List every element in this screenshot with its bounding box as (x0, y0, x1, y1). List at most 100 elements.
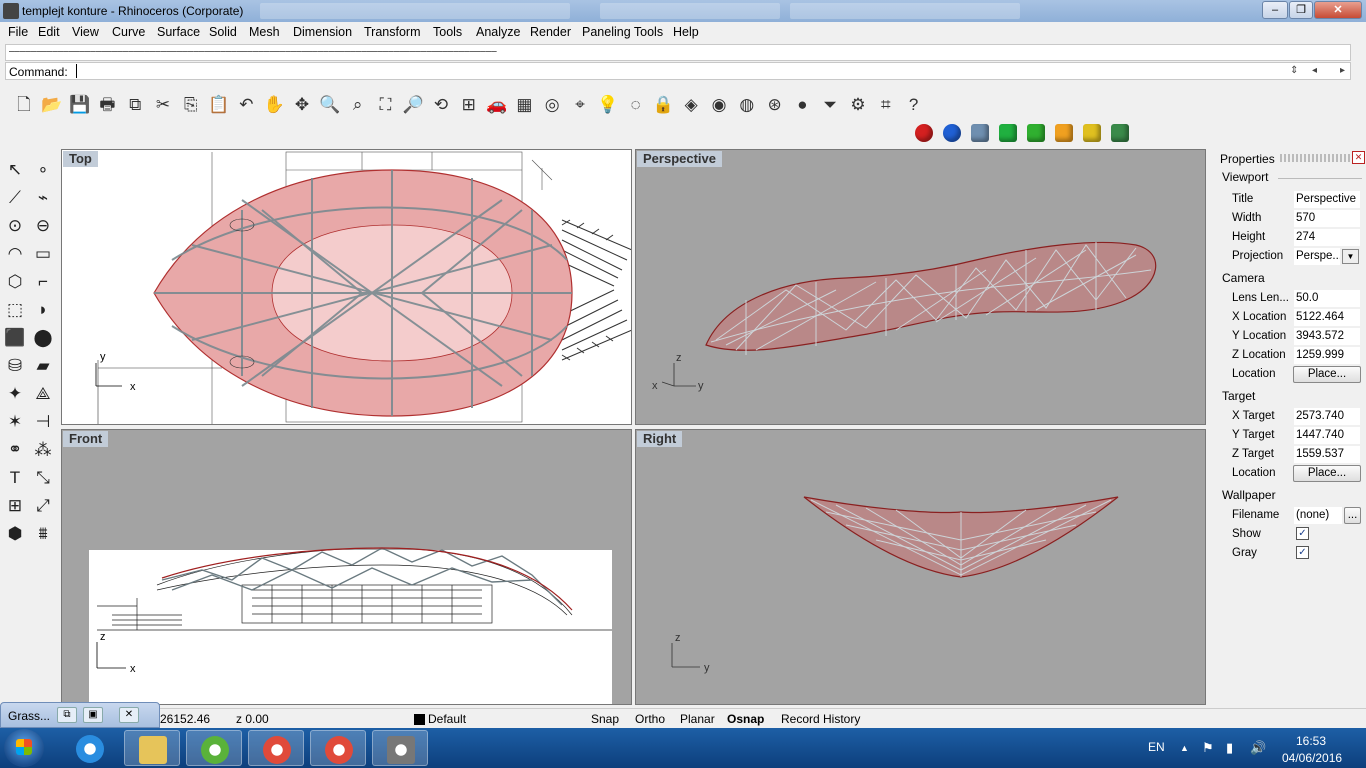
car-render-icon[interactable]: 🚗 (485, 92, 509, 116)
red-material-sphere-icon[interactable] (912, 121, 936, 145)
new-file-icon[interactable]: 🗋 (12, 92, 36, 116)
menu-transform[interactable]: Transform (364, 25, 421, 39)
viewport-perspective[interactable]: z x y Perspective (635, 149, 1206, 425)
menu-view[interactable]: View (72, 25, 99, 39)
planar-toggle[interactable]: Planar (680, 712, 715, 726)
tray-time[interactable]: 16:53 (1296, 734, 1326, 748)
grasshopper-close-button[interactable]: ✕ (119, 707, 139, 723)
revolve-icon[interactable]: ◗ (30, 296, 56, 322)
taskbar-internet-explorer[interactable] (62, 730, 118, 766)
prop-filename-value[interactable]: (none) (1294, 507, 1342, 524)
hatch-icon[interactable]: ⩩ (30, 520, 56, 546)
surface-points-icon[interactable]: ⬚ (2, 296, 28, 322)
prop-zloc-value[interactable]: 1259.999 (1294, 347, 1360, 364)
cylinder-solid-icon[interactable]: ⛁ (2, 352, 28, 378)
close-button[interactable]: ✕ (1314, 1, 1362, 19)
arc-icon[interactable]: ◠ (2, 240, 28, 266)
taskbar-file-explorer[interactable] (124, 730, 180, 766)
four-viewports-icon[interactable]: ⊞ (457, 92, 481, 116)
menu-file[interactable]: File (8, 25, 28, 39)
menu-render[interactable]: Render (530, 25, 571, 39)
prop-xloc-value[interactable]: 5122.464 (1294, 309, 1360, 326)
green-cube-icon[interactable] (1024, 121, 1048, 145)
target-place-button[interactable]: Place... (1293, 465, 1361, 482)
polygon-icon[interactable]: ⬡ (2, 268, 28, 294)
block-icon[interactable]: ⬢ (2, 520, 28, 546)
green-door-icon[interactable] (1108, 121, 1132, 145)
green-gem-icon[interactable] (996, 121, 1020, 145)
prop-lens-value[interactable]: 50.0 (1294, 290, 1360, 307)
grasshopper-restore-button[interactable]: ⧉ (57, 707, 77, 723)
move-view-icon[interactable]: ✥ (290, 92, 314, 116)
explode-icon[interactable]: ✶ (2, 408, 28, 434)
transform-icon[interactable]: ⤢ (30, 492, 56, 518)
lock-icon[interactable]: 🔒 (651, 92, 675, 116)
properties-drag-grip[interactable] (1280, 154, 1352, 162)
undo-icon[interactable]: ↶ (234, 92, 258, 116)
rotate-view-icon[interactable]: ⟲ (429, 92, 453, 116)
dimension-icon[interactable]: ⤡ (30, 464, 56, 490)
taskbar-chrome-2[interactable] (310, 730, 366, 766)
properties-close-button[interactable]: ✕ (1352, 151, 1365, 164)
fillet-icon[interactable]: ⌐ (30, 268, 56, 294)
action-center-flag-icon[interactable]: ⚑ (1202, 740, 1214, 756)
mesh-icon[interactable]: ⟁ (30, 380, 56, 406)
polyline-icon[interactable]: ⟋ (2, 184, 28, 210)
open-folder-icon[interactable]: 📂 (40, 92, 64, 116)
blue-material-sphere-icon[interactable] (940, 121, 964, 145)
prop-xtar-value[interactable]: 2573.740 (1294, 408, 1360, 425)
prop-ztar-value[interactable]: 1559.537 (1294, 446, 1360, 463)
trim-icon[interactable]: ⊣ (30, 408, 56, 434)
circle-icon[interactable]: ⊙ (2, 212, 28, 238)
command-scroll-right-icon[interactable]: ▸ (1340, 65, 1345, 76)
menu-analyze[interactable]: Analyze (476, 25, 520, 39)
tray-expand-icon[interactable]: ▲ (1180, 743, 1189, 753)
circle-center-icon[interactable]: ⊖ (30, 212, 56, 238)
menu-help[interactable]: Help (673, 25, 699, 39)
viewport-title-front[interactable]: Front (63, 431, 109, 447)
osnap-icon[interactable]: ⌖ (568, 92, 592, 116)
command-scroll-left-icon[interactable]: ◂ (1312, 65, 1317, 76)
viewport-top[interactable]: y x Top (61, 149, 632, 425)
projection-dropdown-icon[interactable]: ▼ (1342, 249, 1359, 264)
select-arrow-icon[interactable]: ↖ (2, 156, 28, 182)
surface-patch-icon[interactable]: ▰ (30, 352, 56, 378)
ortho-toggle[interactable]: Ortho (635, 712, 665, 726)
taskbar-chrome[interactable] (248, 730, 304, 766)
zoom-extents-icon[interactable]: ⛶ (373, 92, 397, 116)
menu-dimension[interactable]: Dimension (293, 25, 352, 39)
command-input[interactable] (76, 64, 1286, 78)
pan-hand-icon[interactable]: ✋ (262, 92, 286, 116)
maximize-button[interactable]: ❐ (1289, 1, 1313, 19)
point-icon[interactable]: ∘ (30, 156, 56, 182)
select-filter-icon[interactable]: ◎ (540, 92, 564, 116)
boolean-union-icon[interactable]: ✦ (2, 380, 28, 406)
record-history-toggle[interactable]: Record History (781, 712, 860, 726)
light-icon[interactable]: ◌ (624, 92, 648, 116)
text-icon[interactable]: T (2, 464, 28, 490)
prop-ytar-value[interactable]: 1447.740 (1294, 427, 1360, 444)
wireframe-sphere-icon[interactable]: ◍ (735, 92, 759, 116)
cut-icon[interactable]: ✂ (151, 92, 175, 116)
grasshopper-label[interactable]: Grass... (8, 709, 50, 723)
viewport-title-perspective[interactable]: Perspective (637, 151, 722, 167)
prop-height-value[interactable]: 274 (1294, 229, 1360, 246)
viewport-right[interactable]: z y Right (635, 429, 1206, 705)
prop-width-value[interactable]: 570 (1294, 210, 1360, 227)
command-spin-icon[interactable]: ⇕ (1290, 65, 1298, 76)
grasshopper-maximize-button[interactable]: ▣ (83, 707, 103, 723)
layer-icon[interactable]: ◈ (679, 92, 703, 116)
sphere-solid-icon[interactable]: ⬤ (30, 324, 56, 350)
prop-projection-value[interactable]: Perspe... (1294, 248, 1340, 265)
menu-curve[interactable]: Curve (112, 25, 145, 39)
zoom-window-icon[interactable]: ⌕ (346, 92, 370, 116)
snap-toggle[interactable]: Snap (591, 712, 619, 726)
menu-surface[interactable]: Surface (157, 25, 200, 39)
viewport-title-right[interactable]: Right (637, 431, 683, 447)
color-wheel-icon[interactable]: ◉ (707, 92, 731, 116)
rendered-sphere-icon[interactable]: ● (790, 92, 814, 116)
zoom-selected-icon[interactable]: 🔎 (401, 92, 425, 116)
show-checkbox[interactable]: ✓ (1296, 527, 1309, 540)
menu-solid[interactable]: Solid (209, 25, 237, 39)
tray-date[interactable]: 04/06/2016 (1282, 751, 1342, 765)
